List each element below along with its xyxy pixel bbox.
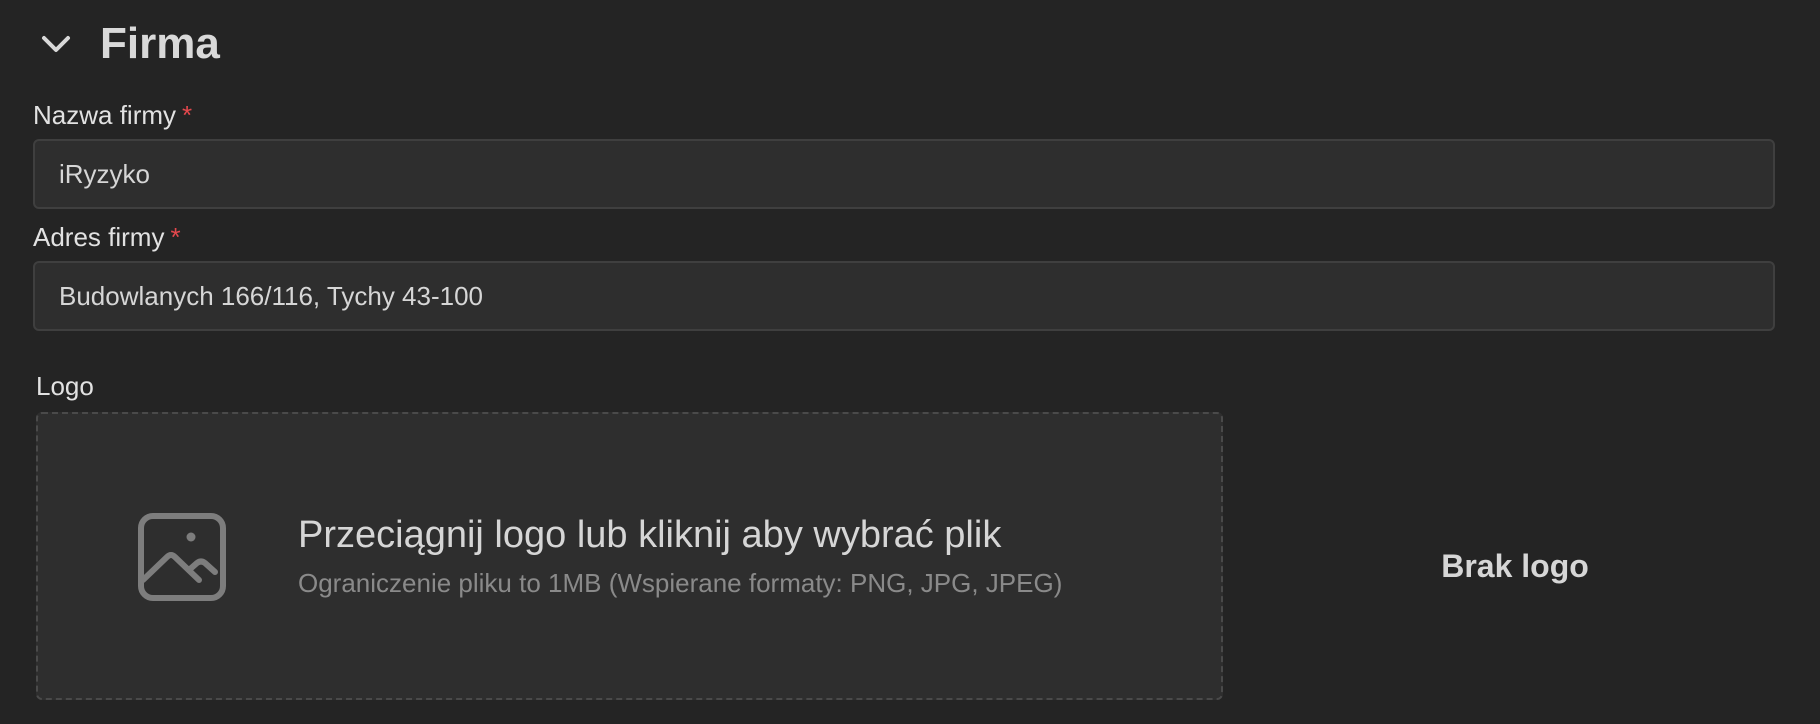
required-marker: * xyxy=(182,100,193,130)
image-icon xyxy=(137,512,227,602)
dropzone-title: Przeciągnij logo lub kliknij aby wybrać … xyxy=(298,514,1002,556)
company-address-input[interactable] xyxy=(33,261,1775,331)
company-name-label-text: Nazwa firmy xyxy=(33,100,177,130)
logo-preview-empty: Brak logo xyxy=(1441,548,1589,584)
section-title: Firma xyxy=(100,19,220,68)
logo-dropzone[interactable]: Przeciągnij logo lub kliknij aby wybrać … xyxy=(36,412,1223,700)
company-address-label-text: Adres firmy xyxy=(33,222,165,252)
section-header-firma[interactable]: Firma xyxy=(36,14,220,74)
logo-label: Logo xyxy=(36,371,94,401)
chevron-down-icon[interactable] xyxy=(36,24,76,64)
required-marker: * xyxy=(170,222,181,252)
dropzone-hint: Ograniczenie pliku to 1MB (Wspierane for… xyxy=(298,568,1063,598)
company-name-label: Nazwa firmy * xyxy=(33,100,192,131)
company-name-input[interactable] xyxy=(33,139,1775,209)
company-address-label: Adres firmy * xyxy=(33,222,181,253)
